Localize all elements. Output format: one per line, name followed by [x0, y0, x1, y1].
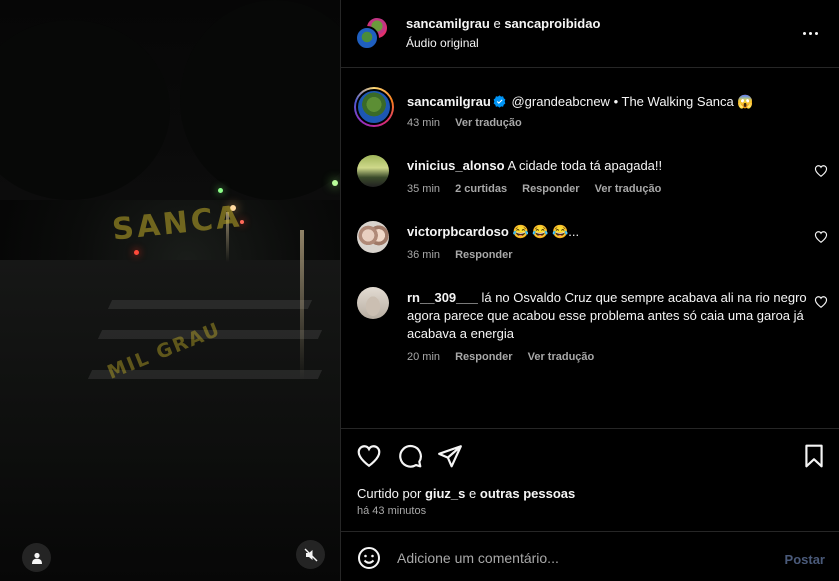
- bookmark-icon[interactable]: [801, 443, 827, 469]
- timestamp[interactable]: 20 min: [407, 351, 440, 363]
- action-bar: Curtido por giuz_s e outras pessoas há 4…: [341, 428, 839, 531]
- video-watermark: SANCA: [110, 199, 244, 248]
- see-translation-link[interactable]: Ver tradução: [595, 183, 662, 195]
- caption-emoji: 😱: [737, 94, 754, 109]
- username-link[interactable]: victorpbcardoso: [407, 224, 509, 239]
- post-time[interactable]: há 43 minutos: [357, 505, 426, 517]
- other-likers-link[interactable]: outras pessoas: [480, 486, 575, 501]
- emoji-icon[interactable]: [357, 546, 381, 570]
- liked-by-prefix: Curtido por: [357, 486, 422, 501]
- comment: rn__309___ lá no Osvaldo Cruz que sempre…: [407, 289, 807, 343]
- username-link[interactable]: sancaproibidao: [504, 16, 600, 31]
- avatar[interactable]: [357, 221, 389, 253]
- post-panel: sancamilgrau e sancaproibidao Áudio orig…: [340, 0, 839, 581]
- comment-text: 😂 😂 😂...: [512, 224, 580, 239]
- username-link[interactable]: sancamilgrau: [407, 94, 491, 109]
- video-light: [134, 250, 139, 255]
- verified-badge-icon: [493, 95, 506, 108]
- comment-meta: 35 min 2 curtidas Responder Ver tradução: [407, 183, 673, 195]
- comment-meta: 20 min Responder Ver tradução: [407, 351, 606, 363]
- comment-input[interactable]: [397, 544, 767, 572]
- comment-text: A cidade toda tá apagada!!: [507, 158, 663, 173]
- comments-section[interactable]: sancamilgrau @grandeabcnew • The Walking…: [341, 69, 839, 427]
- speaker-muted-icon: [304, 548, 317, 561]
- video-reflection: [300, 230, 304, 380]
- see-translation-link[interactable]: Ver tradução: [528, 351, 595, 363]
- more-options-icon[interactable]: [798, 24, 822, 42]
- timestamp[interactable]: 36 min: [407, 249, 440, 261]
- comment: vinicius_alonso A cidade toda tá apagada…: [407, 157, 807, 175]
- heart-icon[interactable]: [814, 230, 828, 244]
- comment-icon[interactable]: [397, 443, 423, 469]
- post-header: sancamilgrau e sancaproibidao Áudio orig…: [341, 0, 839, 68]
- likes-count[interactable]: 2 curtidas: [455, 183, 507, 195]
- see-translation-link[interactable]: Ver tradução: [455, 117, 522, 129]
- username-link[interactable]: sancamilgrau: [406, 16, 490, 31]
- video-light: [218, 188, 223, 193]
- user-tag-icon: [31, 552, 42, 564]
- timestamp[interactable]: 35 min: [407, 183, 440, 195]
- reply-button[interactable]: Responder: [522, 183, 579, 195]
- avatar[interactable]: [357, 155, 389, 187]
- conjunction: e: [469, 486, 477, 501]
- mute-button[interactable]: [296, 540, 325, 569]
- username-link[interactable]: giuz_s: [425, 486, 465, 501]
- video-light: [332, 180, 338, 186]
- caption-text: The Walking Sanca: [621, 94, 734, 109]
- caption-separator: •: [613, 94, 619, 109]
- heart-icon[interactable]: [814, 295, 828, 309]
- caption: sancamilgrau @grandeabcnew • The Walking…: [407, 93, 754, 111]
- comment: victorpbcardoso 😂 😂 😂...: [407, 223, 807, 241]
- share-icon[interactable]: [437, 443, 463, 469]
- avatar[interactable]: [357, 287, 389, 319]
- comment-meta: 36 min Responder: [407, 249, 525, 261]
- conjunction: e: [493, 16, 501, 31]
- comment-composer: Postar: [341, 531, 839, 581]
- caption-meta: 43 min Ver tradução: [407, 117, 534, 129]
- collab-usernames: sancamilgrau e sancaproibidao: [406, 16, 600, 31]
- tagged-users-button[interactable]: [22, 543, 51, 572]
- avatar: [355, 26, 379, 50]
- video-crosswalk: [107, 300, 313, 309]
- reply-button[interactable]: Responder: [455, 249, 512, 261]
- reply-button[interactable]: Responder: [455, 351, 512, 363]
- heart-icon[interactable]: [814, 164, 828, 178]
- collab-avatars[interactable]: [355, 16, 391, 52]
- post-button[interactable]: Postar: [785, 552, 825, 567]
- avatar[interactable]: [354, 87, 394, 127]
- username-link[interactable]: vinicius_alonso: [407, 158, 505, 173]
- mention-link[interactable]: @grandeabcnew: [511, 94, 609, 109]
- timestamp[interactable]: 43 min: [407, 117, 440, 129]
- liked-by: Curtido por giuz_s e outras pessoas: [357, 486, 575, 501]
- audio-link[interactable]: Áudio original: [406, 36, 479, 50]
- heart-icon[interactable]: [356, 443, 382, 469]
- username-link[interactable]: rn__309___: [407, 290, 478, 305]
- video-player[interactable]: SANCA MIL GRAU: [0, 0, 340, 581]
